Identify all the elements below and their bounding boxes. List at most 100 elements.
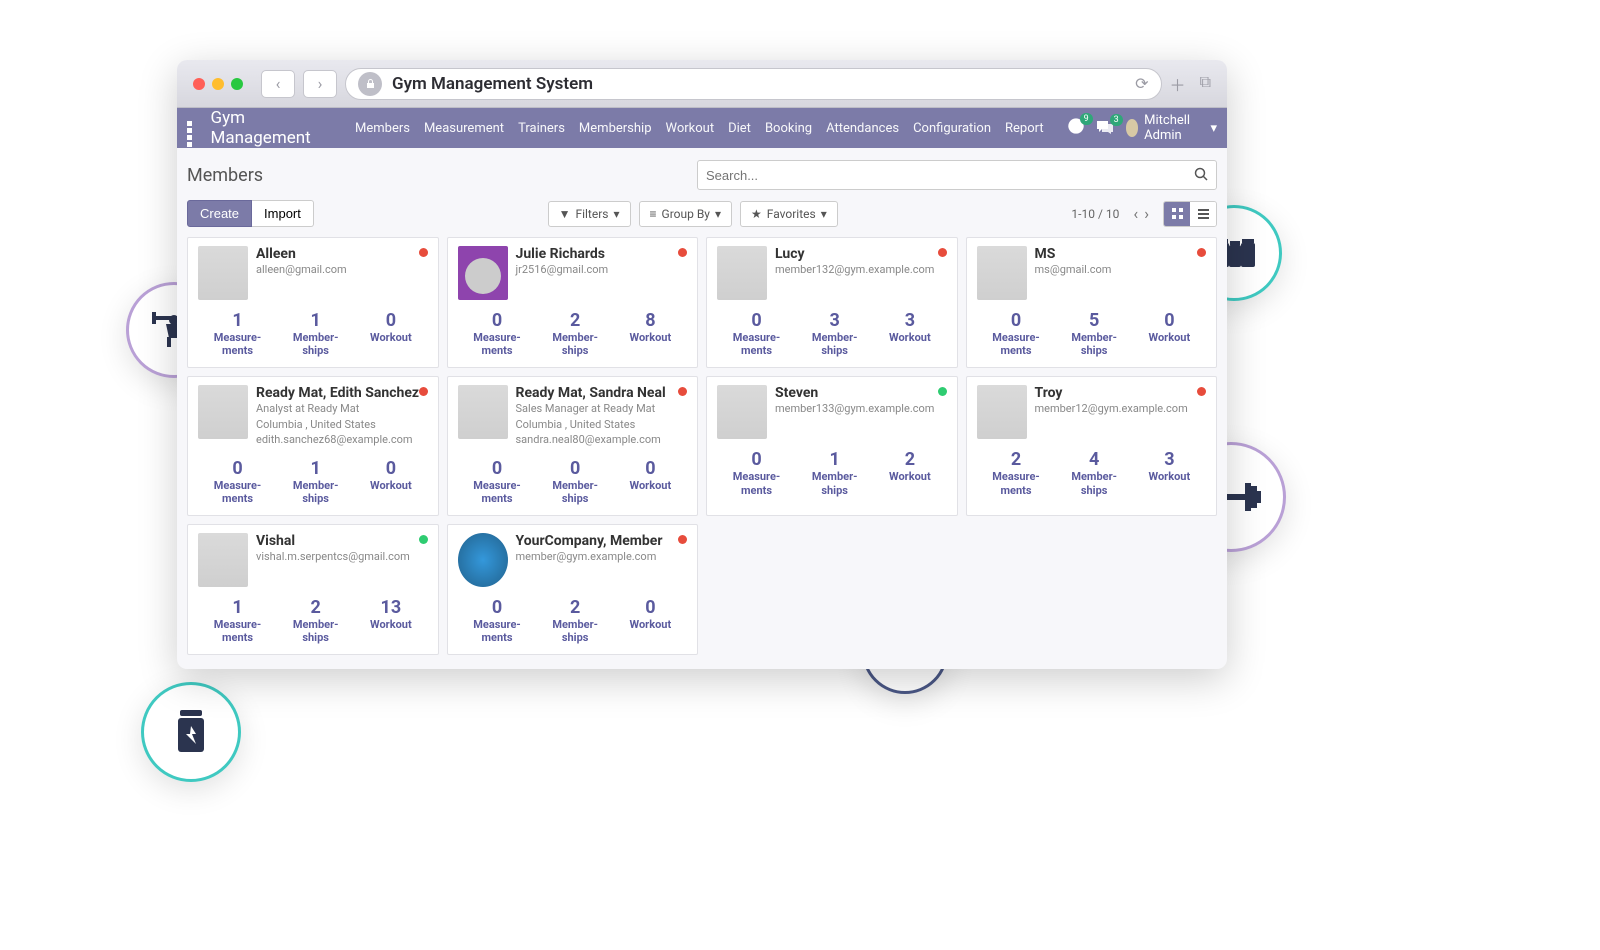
apps-icon[interactable] [187, 121, 199, 135]
user-menu[interactable]: Mitchell Admin ▾ [1126, 113, 1217, 143]
stat-memberships[interactable]: 2Member-ships [552, 597, 598, 644]
stat-value: 1 [293, 458, 339, 479]
stat-measurements[interactable]: 0Measure-ments [733, 310, 780, 357]
stat-value: 8 [630, 310, 672, 331]
menu-item-workout[interactable]: Workout [666, 121, 715, 136]
stat-label: Member-ships [1071, 331, 1117, 357]
list-icon: ≡ [650, 207, 657, 221]
stat-measurements[interactable]: 1Measure-ments [214, 597, 261, 644]
stat-memberships[interactable]: 5Member-ships [1071, 310, 1117, 357]
menu-item-measurement[interactable]: Measurement [424, 121, 504, 136]
stat-value: 0 [733, 449, 780, 470]
stat-workout[interactable]: 13Workout [370, 597, 412, 644]
search-input[interactable] [706, 168, 1194, 183]
member-name: Steven [775, 385, 934, 401]
app-navbar: Gym Management MembersMeasurementTrainer… [177, 108, 1227, 148]
pager-next[interactable]: › [1144, 204, 1149, 223]
member-card[interactable]: Troymember12@gym.example.com2Measure-men… [966, 376, 1218, 516]
status-indicator [678, 248, 687, 257]
menu-item-members[interactable]: Members [355, 121, 410, 136]
stat-value: 4 [1071, 449, 1117, 470]
maximize-window[interactable] [231, 78, 243, 90]
stat-workout[interactable]: 0Workout [630, 458, 672, 505]
stat-workout[interactable]: 3Workout [889, 310, 931, 357]
stat-value: 1 [293, 310, 339, 331]
create-button[interactable]: Create [187, 200, 252, 227]
stat-workout[interactable]: 3Workout [1149, 449, 1191, 496]
menu-item-configuration[interactable]: Configuration [913, 121, 991, 136]
menu-item-attendances[interactable]: Attendances [826, 121, 899, 136]
member-card[interactable]: Stevenmember133@gym.example.com0Measure-… [706, 376, 958, 516]
activity-icon[interactable]: 9 [1068, 118, 1084, 138]
favorites-button[interactable]: ★ Favorites ▾ [740, 201, 838, 227]
stat-workout[interactable]: 0Workout [1149, 310, 1191, 357]
member-card[interactable]: YourCompany, Membermember@gym.example.co… [447, 524, 699, 655]
stat-workout[interactable]: 2Workout [889, 449, 931, 496]
member-name: Ready Mat, Sandra Neal [516, 385, 666, 401]
stat-memberships[interactable]: 1Member-ships [812, 449, 858, 496]
stat-workout[interactable]: 0Workout [630, 597, 672, 644]
url-bar[interactable]: Gym Management System ⟳ [345, 68, 1162, 100]
search-box[interactable] [697, 160, 1217, 190]
member-card[interactable]: Ready Mat, Sandra NealSales Manager at R… [447, 376, 699, 516]
member-card[interactable]: Ready Mat, Edith SanchezAnalyst at Ready… [187, 376, 439, 516]
search-icon[interactable] [1194, 166, 1208, 185]
list-view-button[interactable] [1190, 202, 1216, 226]
pager-text: 1-10 / 10 [1071, 207, 1119, 221]
new-tab-icon[interactable]: ＋ [1170, 72, 1186, 96]
pager-prev[interactable]: ‹ [1133, 204, 1138, 223]
stat-memberships[interactable]: 4Member-ships [1071, 449, 1117, 496]
stat-measurements[interactable]: 2Measure-ments [992, 449, 1039, 496]
member-card[interactable]: Julie Richardsjr2516@gmail.com0Measure-m… [447, 237, 699, 368]
stat-measurements[interactable]: 0Measure-ments [473, 597, 520, 644]
stat-workout[interactable]: 8Workout [630, 310, 672, 357]
stat-memberships[interactable]: 2Member-ships [293, 597, 339, 644]
stat-workout[interactable]: 0Workout [370, 310, 412, 357]
stat-workout[interactable]: 0Workout [370, 458, 412, 505]
menu-item-trainers[interactable]: Trainers [518, 121, 565, 136]
stat-memberships[interactable]: 1Member-ships [293, 310, 339, 357]
stat-measurements[interactable]: 0Measure-ments [473, 310, 520, 357]
member-detail: edith.sanchez68@example.com [256, 432, 419, 447]
member-card[interactable]: MSms@gmail.com0Measure-ments5Member-ship… [966, 237, 1218, 368]
stat-label: Member-ships [552, 479, 598, 505]
avatar [198, 246, 248, 300]
groupby-button[interactable]: ≡ Group By ▾ [639, 201, 733, 227]
stat-measurements[interactable]: 1Measure-ments [214, 310, 261, 357]
stat-value: 3 [812, 310, 858, 331]
import-button[interactable]: Import [252, 200, 314, 227]
avatar [198, 385, 248, 439]
user-name: Mitchell Admin [1144, 113, 1204, 143]
stat-memberships[interactable]: 3Member-ships [812, 310, 858, 357]
menu-item-report[interactable]: Report [1005, 121, 1044, 136]
menu-item-diet[interactable]: Diet [728, 121, 751, 136]
stat-value: 13 [370, 597, 412, 618]
tabs-icon[interactable]: ⧉ [1200, 72, 1211, 96]
member-card[interactable]: Alleenalleen@gmail.com1Measure-ments1Mem… [187, 237, 439, 368]
stat-memberships[interactable]: 1Member-ships [293, 458, 339, 505]
menu-item-membership[interactable]: Membership [579, 121, 652, 136]
member-detail: alleen@gmail.com [256, 262, 347, 277]
stat-memberships[interactable]: 2Member-ships [552, 310, 598, 357]
stat-measurements[interactable]: 0Measure-ments [733, 449, 780, 496]
forward-button[interactable]: › [303, 70, 337, 98]
stat-memberships[interactable]: 0Member-ships [552, 458, 598, 505]
stat-measurements[interactable]: 0Measure-ments [473, 458, 520, 505]
reload-icon[interactable]: ⟳ [1135, 74, 1148, 93]
member-card[interactable]: Lucymember132@gym.example.com0Measure-me… [706, 237, 958, 368]
minimize-window[interactable] [212, 78, 224, 90]
stat-value: 2 [293, 597, 339, 618]
stat-label: Measure-ments [733, 331, 780, 357]
kanban-view-button[interactable] [1164, 202, 1190, 226]
menu-item-booking[interactable]: Booking [765, 121, 812, 136]
stat-value: 0 [552, 458, 598, 479]
close-window[interactable] [193, 78, 205, 90]
status-indicator [938, 248, 947, 257]
member-card[interactable]: Vishalvishal.m.serpentcs@gmail.com1Measu… [187, 524, 439, 655]
stat-value: 2 [992, 449, 1039, 470]
stat-measurements[interactable]: 0Measure-ments [214, 458, 261, 505]
filters-button[interactable]: ▼ Filters ▾ [548, 201, 631, 227]
stat-measurements[interactable]: 0Measure-ments [992, 310, 1039, 357]
discuss-icon[interactable]: 3 [1096, 119, 1114, 138]
back-button[interactable]: ‹ [261, 70, 295, 98]
